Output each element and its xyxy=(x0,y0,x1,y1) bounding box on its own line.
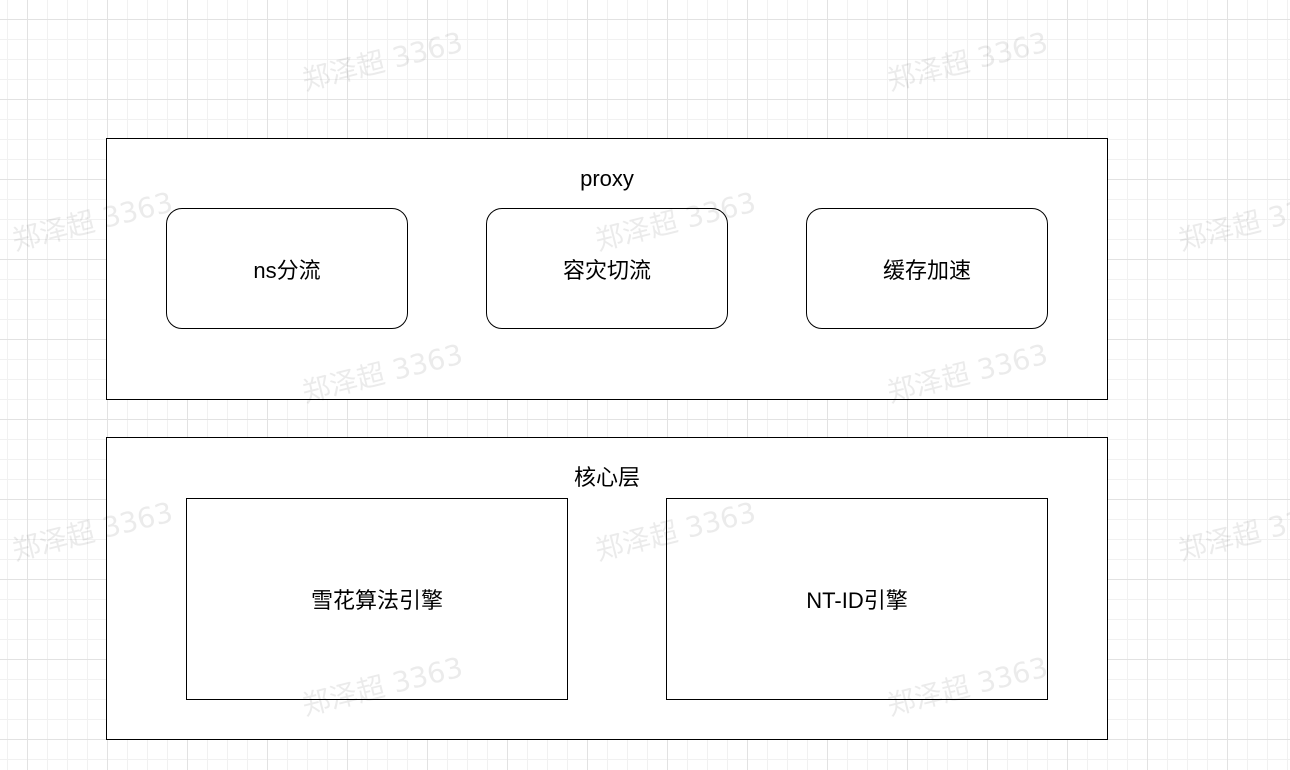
watermark-text: 郑泽超 3363 xyxy=(1174,495,1290,568)
snowflake-engine-node[interactable]: 雪花算法引擎 xyxy=(186,498,568,700)
watermark-text: 郑泽超 3363 xyxy=(298,25,467,98)
watermark-text: 郑泽超 3363 xyxy=(1174,185,1290,258)
core-layer-title: 核心层 xyxy=(573,465,640,490)
diagram-canvas: proxy ns分流 容灾切流 缓存加速 核心层 雪花算法引擎 NT-ID引擎 … xyxy=(0,0,1290,770)
cache-acceleration-node[interactable]: 缓存加速 xyxy=(806,208,1048,329)
disaster-failover-node[interactable]: 容灾切流 xyxy=(486,208,728,329)
nt-id-engine-node[interactable]: NT-ID引擎 xyxy=(666,498,1048,700)
watermark-text: 郑泽超 3363 xyxy=(883,25,1052,98)
proxy-layer-title: proxy xyxy=(580,166,634,191)
ns-split-node[interactable]: ns分流 xyxy=(166,208,408,329)
